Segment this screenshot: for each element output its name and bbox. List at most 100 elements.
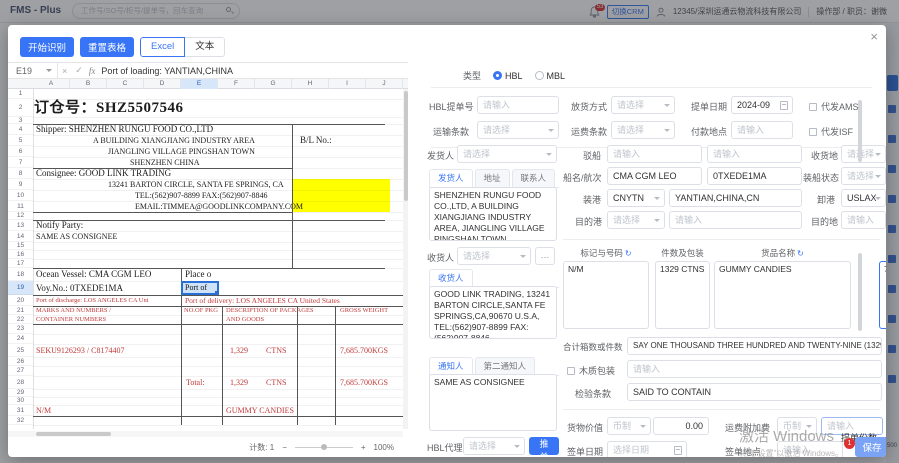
row-number[interactable]: 30 bbox=[8, 397, 33, 405]
row-number[interactable]: 13 bbox=[8, 220, 33, 231]
column-header[interactable]: A bbox=[33, 79, 70, 89]
sheet-cell[interactable]: 13241 BARTON CIRCLE, SANTA FE SPRINGS, C… bbox=[108, 179, 284, 190]
column-header[interactable]: G bbox=[255, 79, 292, 89]
column-header[interactable]: H bbox=[292, 79, 329, 89]
sheet-cell[interactable]: 1,329 bbox=[230, 344, 248, 357]
vessel-input[interactable]: CMA CGM LEO bbox=[607, 167, 702, 185]
row-number[interactable]: 18 bbox=[8, 268, 33, 281]
row-number[interactable]: 15 bbox=[8, 242, 33, 250]
row-number[interactable]: 24 bbox=[8, 334, 33, 344]
row-number[interactable]: 20 bbox=[8, 295, 33, 306]
sheet-cell[interactable]: A BUILDING XIANGJIANG INDUSTRY AREA bbox=[93, 135, 255, 146]
tab-excel[interactable]: Excel bbox=[140, 37, 186, 57]
sheet-cell[interactable]: Voy.No.: 0TXEDE1MA bbox=[36, 281, 123, 295]
sheet-cell[interactable]: Place o bbox=[185, 268, 211, 281]
goods-textarea[interactable]: 1329 CTNS bbox=[655, 261, 710, 329]
sheet-cell[interactable]: B/L No.: bbox=[300, 135, 332, 146]
sheet-cell[interactable]: Ocean Vessel: CMA CGM LEO bbox=[36, 268, 151, 281]
reset-table-button[interactable]: 重置表格 bbox=[80, 37, 135, 57]
sheet-cell[interactable]: GUMMY CANDIES bbox=[226, 405, 294, 416]
row-number[interactable]: 32 bbox=[8, 416, 33, 425]
isf-checkbox[interactable]: 代发ISF bbox=[809, 125, 853, 138]
row-number[interactable]: 26 bbox=[8, 357, 33, 366]
sheet-cell[interactable]: CTNS bbox=[266, 344, 286, 357]
tab-shipper[interactable]: 发货人 bbox=[429, 169, 473, 187]
row-number[interactable]: 4 bbox=[8, 124, 33, 135]
sheet-cell[interactable]: NO.OF PKG bbox=[184, 306, 218, 315]
hbl-no-input[interactable]: 请输入 bbox=[477, 96, 559, 114]
row-number[interactable]: 17 bbox=[8, 259, 33, 268]
cell-reference-box[interactable]: E19 bbox=[8, 63, 58, 78]
sheet-cell[interactable]: Port of discharge: LOS ANGELES CA Uni bbox=[36, 295, 149, 306]
pay-place-input[interactable]: 请输入 bbox=[731, 121, 793, 139]
voyage-input[interactable]: 0TXEDE1MA bbox=[707, 167, 802, 185]
transport-terms-select[interactable]: 请选择 bbox=[477, 121, 559, 139]
row-number[interactable]: 21 bbox=[8, 306, 33, 315]
row-number[interactable]: 29 bbox=[8, 389, 33, 397]
row-number[interactable]: 19 bbox=[8, 281, 33, 295]
zoom-in-button[interactable]: + bbox=[361, 443, 366, 452]
zoom-slider[interactable] bbox=[294, 444, 353, 450]
sheet-cell[interactable]: 7,685.700KGS bbox=[340, 376, 388, 389]
row-number[interactable]: 2 bbox=[8, 99, 33, 117]
cancel-icon[interactable]: × bbox=[58, 66, 71, 76]
total-pkgs-input[interactable]: SAY ONE THOUSAND THREE HUNDRED AND TWENT… bbox=[627, 337, 882, 355]
sheet-cell[interactable]: SHENZHEN CHINA bbox=[130, 157, 200, 168]
sign-place-input[interactable]: 请输入 bbox=[777, 441, 843, 457]
ams-checkbox[interactable]: 代发AMS bbox=[809, 100, 859, 113]
goods-textarea[interactable]: N/M bbox=[563, 261, 649, 329]
sheet-cell[interactable]: Shipper: SHENZHEN RUNGU FOOD CO.,LTD bbox=[36, 124, 213, 135]
sign-date-input[interactable]: 选择日期 bbox=[607, 441, 687, 457]
row-number[interactable]: 16 bbox=[8, 250, 33, 259]
pol-name-input[interactable]: YANTIAN,CHINA,CN bbox=[669, 189, 802, 207]
sheet-cell[interactable]: Consignee: GOOD LINK TRADING bbox=[36, 168, 171, 179]
radio-mbl[interactable]: MBL bbox=[534, 70, 565, 81]
row-number[interactable]: 25 bbox=[8, 344, 33, 357]
sheet-cell[interactable]: Total: bbox=[186, 376, 205, 389]
row-number[interactable]: 12 bbox=[8, 212, 33, 220]
column-header[interactable]: I bbox=[329, 79, 366, 89]
sheet-cell[interactable]: EMAIL:TIMMEA@GOODLINKCOMPANY.COM bbox=[135, 201, 303, 212]
tab-contact[interactable]: 联系人 bbox=[511, 169, 556, 187]
sheet-cell[interactable]: SAME AS CONSIGNEE bbox=[36, 231, 117, 242]
column-header[interactable]: B bbox=[70, 79, 107, 89]
destination-input[interactable]: 请输入 bbox=[841, 211, 886, 229]
destport-select[interactable]: 请选择 bbox=[607, 211, 665, 229]
loading-status-select[interactable]: 请选择 bbox=[841, 167, 886, 185]
sheet-cell[interactable]: 1,329 bbox=[230, 376, 248, 389]
destport-input[interactable]: 请输入 bbox=[669, 211, 802, 229]
sheet-vertical-scrollbar[interactable] bbox=[403, 89, 408, 429]
pod-code-select[interactable]: USLAX bbox=[841, 189, 886, 207]
sheet-cell[interactable]: 订仓号：SHZ5507546 bbox=[34, 99, 184, 117]
tab-text[interactable]: 文本 bbox=[185, 37, 226, 57]
row-number[interactable]: 8 bbox=[8, 168, 33, 179]
row-number[interactable]: 14 bbox=[8, 231, 33, 242]
consignee-textarea[interactable]: GOOD LINK TRADING, 13241 BARTON CIRCLE,S… bbox=[429, 286, 557, 339]
wood-package-checkbox[interactable]: 木质包装 bbox=[567, 364, 615, 377]
column-header[interactable]: D bbox=[144, 79, 181, 89]
sheet-cell[interactable]: CTNS bbox=[266, 376, 286, 389]
row-number[interactable]: 1 bbox=[8, 89, 33, 99]
freight-terms-select[interactable]: 请选择 bbox=[611, 121, 675, 139]
hbl-agent-select[interactable]: 请选择 bbox=[463, 437, 525, 455]
barge-input-2[interactable]: 请输入 bbox=[707, 145, 802, 163]
sheet-cell[interactable]: GROSS WEIGHT bbox=[340, 306, 388, 315]
refresh-icon[interactable]: ↻ bbox=[797, 249, 804, 258]
row-number[interactable]: 27 bbox=[8, 366, 33, 376]
consignee-select[interactable]: 请选择 bbox=[457, 247, 531, 265]
sheet-cell[interactable]: SEKU9126293 / C8174407 bbox=[36, 344, 124, 357]
column-header[interactable]: E bbox=[181, 79, 218, 89]
shipper-select[interactable]: 请选择 bbox=[457, 145, 557, 163]
confirm-icon[interactable]: ✓ bbox=[71, 65, 87, 76]
push-bl-button[interactable]: 推单 bbox=[529, 437, 559, 457]
row-number[interactable]: 7 bbox=[8, 157, 33, 168]
row-number[interactable]: 5 bbox=[8, 135, 33, 146]
row-number[interactable]: 23 bbox=[8, 324, 33, 334]
column-header[interactable]: C bbox=[107, 79, 144, 89]
row-number[interactable]: 3 bbox=[8, 117, 33, 124]
surcharge-currency-select[interactable]: 币制 bbox=[777, 417, 817, 435]
fill-handle[interactable] bbox=[215, 291, 217, 293]
receipt-place-select[interactable]: 请选择 bbox=[841, 145, 886, 163]
column-header[interactable]: F bbox=[218, 79, 255, 89]
sheet-cell[interactable]: MARKS AND NUMBERS / bbox=[36, 306, 111, 315]
